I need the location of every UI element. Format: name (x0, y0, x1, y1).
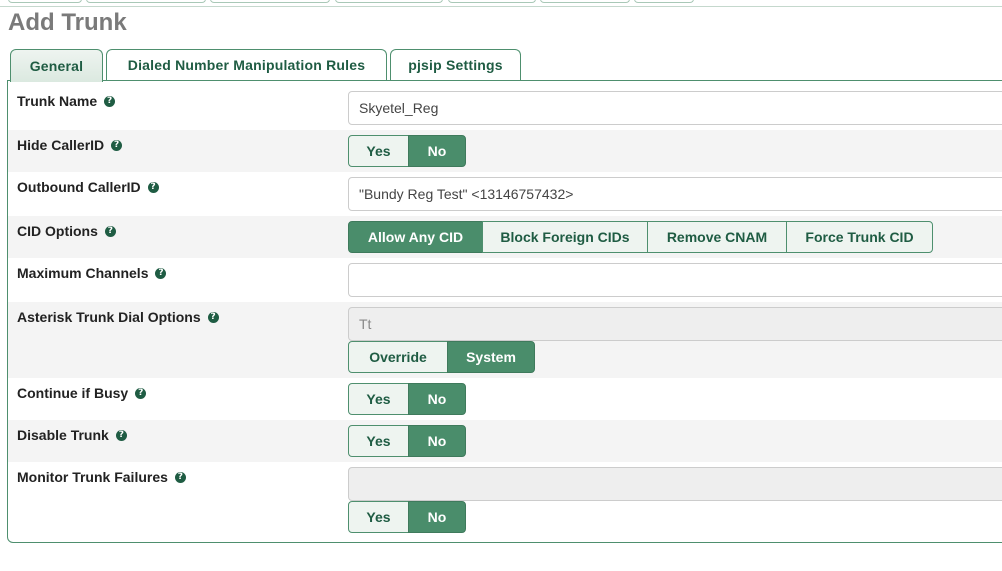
help-icon[interactable]: ? (207, 311, 219, 323)
help-icon[interactable]: ? (147, 181, 159, 193)
help-icon[interactable]: ? (174, 471, 186, 483)
label-text: Continue if Busy (17, 385, 129, 401)
help-icon[interactable]: ? (104, 95, 116, 107)
help-icon[interactable]: ? (111, 139, 123, 151)
label-text: CID Options (17, 223, 98, 239)
continue-busy-toggle: Yes No (348, 383, 466, 415)
help-icon[interactable]: ? (135, 387, 147, 399)
trunk-name-label: Trunk Name ? (17, 92, 116, 110)
outbound-callerid-label: Outbound CallerID ? (17, 178, 159, 196)
tab-dialed-number-manipulation-rules[interactable]: Dialed Number Manipulation Rules (106, 49, 387, 80)
continue-busy-yes-button[interactable]: Yes (348, 383, 409, 415)
label-text: Asterisk Trunk Dial Options (17, 309, 201, 325)
force-trunk-cid-button[interactable]: Force Trunk CID (786, 221, 933, 253)
monitor-failures-label: Monitor Trunk Failures ? (17, 468, 186, 486)
help-icon[interactable]: ? (104, 225, 116, 237)
page-title: Add Trunk (8, 9, 127, 36)
label-text: Hide CallerID (17, 137, 105, 153)
top-tab-stub[interactable] (8, 0, 82, 3)
label-text: Maximum Channels (17, 265, 149, 281)
dial-options-label: Asterisk Trunk Dial Options ? (17, 308, 219, 326)
top-tab-stub[interactable] (448, 0, 536, 3)
hide-callerid-no-button[interactable]: No (408, 135, 466, 167)
divider (0, 6, 1002, 7)
remove-cnam-button[interactable]: Remove CNAM (647, 221, 787, 253)
top-tab-stub[interactable] (210, 0, 330, 3)
label-text: Disable Trunk (17, 427, 109, 443)
continue-busy-no-button[interactable]: No (408, 383, 466, 415)
disable-trunk-label: Disable Trunk ? (17, 426, 127, 444)
top-tab-stub[interactable] (634, 0, 694, 3)
disable-trunk-row (8, 420, 1002, 462)
disable-trunk-yes-button[interactable]: Yes (348, 425, 409, 457)
hide-callerid-label: Hide CallerID ? (17, 136, 123, 154)
maximum-channels-input[interactable] (348, 263, 1002, 297)
monitor-failures-no-button[interactable]: No (408, 501, 466, 533)
label-text: Trunk Name (17, 93, 98, 109)
top-tab-stub[interactable] (540, 0, 630, 3)
hide-callerid-yes-button[interactable]: Yes (348, 135, 409, 167)
tab-pjsip-settings[interactable]: pjsip Settings (390, 49, 521, 80)
help-icon[interactable]: ? (155, 267, 167, 279)
maximum-channels-label: Maximum Channels ? (17, 264, 167, 282)
monitor-failures-yes-button[interactable]: Yes (348, 501, 409, 533)
help-icon[interactable]: ? (115, 429, 127, 441)
hide-callerid-row (8, 130, 1002, 172)
monitor-failures-toggle: Yes No (348, 501, 466, 533)
top-nav-remnants (0, 0, 1002, 4)
top-tab-stub[interactable] (86, 0, 206, 3)
input-value: Skyetel_Reg (359, 100, 439, 116)
outbound-callerid-input[interactable]: "Bundy Reg Test" <13146757432> (348, 177, 1002, 211)
disable-trunk-toggle: Yes No (348, 425, 466, 457)
disable-trunk-no-button[interactable]: No (408, 425, 466, 457)
hide-callerid-toggle: Yes No (348, 135, 466, 167)
system-button[interactable]: System (447, 341, 535, 373)
tab-label: General (29, 58, 84, 74)
tab-label: Dialed Number Manipulation Rules (127, 57, 366, 73)
cid-options-label: CID Options ? (17, 222, 116, 240)
label-text: Outbound CallerID (17, 179, 141, 195)
cid-options-group: Allow Any CID Block Foreign CIDs Remove … (348, 221, 933, 253)
tab-label: pjsip Settings (408, 57, 503, 73)
input-value: "Bundy Reg Test" <13146757432> (359, 186, 574, 202)
block-foreign-cids-button[interactable]: Block Foreign CIDs (482, 221, 648, 253)
input-value: Tt (359, 316, 372, 332)
monitor-failures-input[interactable] (348, 467, 1002, 501)
top-tab-stub[interactable] (335, 0, 443, 3)
trunk-name-input[interactable]: Skyetel_Reg (348, 91, 1002, 125)
tab-general[interactable]: General (10, 49, 103, 82)
label-text: Monitor Trunk Failures (17, 469, 168, 485)
dial-options-input[interactable]: Tt (348, 307, 1002, 341)
allow-any-cid-button[interactable]: Allow Any CID (348, 221, 483, 253)
continue-busy-label: Continue if Busy ? (17, 384, 147, 402)
override-button[interactable]: Override (348, 341, 448, 373)
dial-options-toggle: Override System (348, 341, 535, 373)
continue-busy-row (8, 378, 1002, 420)
